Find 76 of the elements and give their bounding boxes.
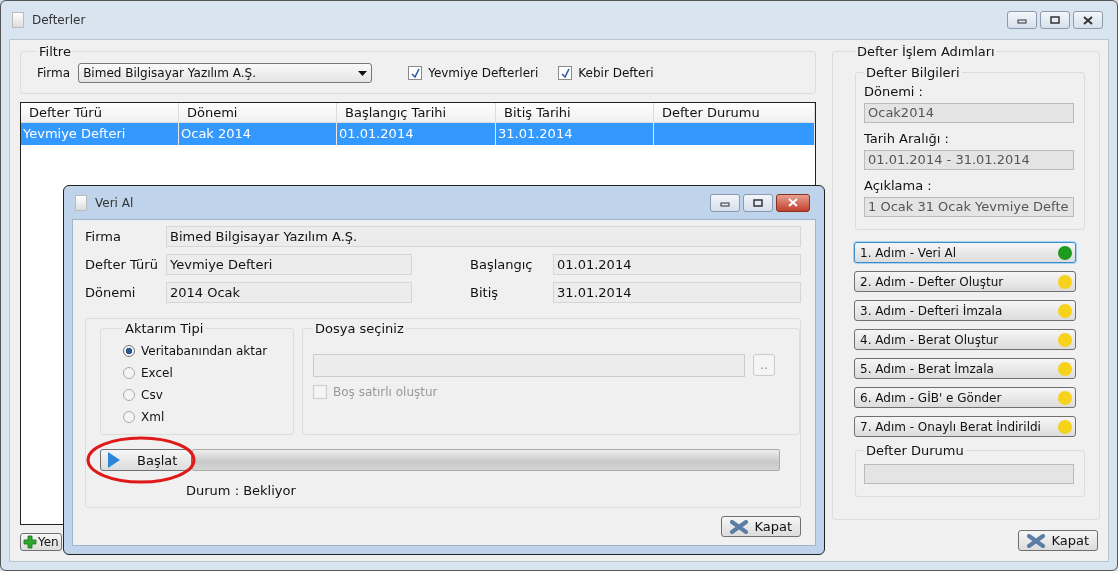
x-icon	[730, 519, 749, 534]
field-label: Firma	[37, 66, 71, 80]
readonly-field[interactable]: Yevmiye Defteri	[166, 254, 412, 275]
group-title: Aktarım Tipi	[124, 321, 205, 336]
browse-button[interactable]: ..	[753, 354, 775, 376]
close-icon	[788, 198, 798, 207]
close-button[interactable]	[776, 193, 810, 212]
maximize-icon	[753, 198, 763, 207]
group-title: Defter Durumu	[865, 443, 965, 458]
field-label: Defter Türü	[85, 257, 159, 272]
status-field[interactable]	[864, 464, 1074, 484]
maximize-icon	[1050, 16, 1060, 24]
group-title: Defter İşlem Adımları	[856, 44, 996, 59]
minimize-button[interactable]	[710, 193, 740, 212]
close-button[interactable]: Kapat	[721, 516, 801, 537]
step-button[interactable]: 3. Adım - Defteri İmzala	[854, 300, 1076, 321]
maximize-button[interactable]	[743, 193, 773, 212]
column-header[interactable]: Defter Durumu	[654, 103, 815, 123]
step-button[interactable]: 1. Adım - Veri Al	[854, 242, 1076, 263]
x-icon	[1027, 533, 1046, 548]
radio-option[interactable]: Excel	[123, 362, 289, 384]
column-header[interactable]: Dönemi	[179, 103, 337, 123]
readonly-field[interactable]: Ocak2014	[864, 103, 1074, 123]
step-button[interactable]: 7. Adım - Onaylı Berat İndirildi	[854, 416, 1076, 437]
checkbox[interactable]: Kebir Defteri	[558, 66, 654, 80]
maximize-button[interactable]	[1040, 11, 1070, 29]
group-title: Dosya seçiniz	[314, 321, 405, 336]
minimize-button[interactable]	[1007, 11, 1037, 29]
status-text: Durum : Bekliyor	[186, 483, 297, 498]
step-button[interactable]: 2. Adım - Defter Oluştur	[854, 271, 1076, 292]
group-title: Filtre	[38, 44, 72, 59]
field-label: Açıklama :	[864, 178, 933, 193]
caret-icon	[358, 70, 368, 76]
check-icon	[409, 67, 421, 79]
column-header[interactable]: Defter Türü	[21, 103, 179, 123]
step-button[interactable]: 4. Adım - Berat Oluştur	[854, 329, 1076, 350]
play-icon	[107, 451, 121, 469]
document-icon	[75, 194, 87, 211]
readonly-field[interactable]: 2014 Ocak	[166, 282, 412, 303]
plus-icon	[23, 535, 37, 549]
table-cell: Ocak 2014	[181, 126, 252, 141]
readonly-field[interactable]: 01.01.2014 - 31.01.2014	[864, 150, 1074, 170]
readonly-field[interactable]: Bimed Bilgisayar Yazılım A.Ş.	[166, 226, 801, 247]
table-cell: 01.01.2014	[339, 126, 414, 141]
file-path-field[interactable]	[313, 354, 745, 377]
radio-option[interactable]: Veritabanından aktar	[123, 340, 289, 362]
document-icon	[12, 12, 24, 28]
step-button[interactable]: 6. Adım - GİB' e Gönder	[854, 387, 1076, 408]
dialog-title: Veri Al	[95, 195, 134, 210]
column-header[interactable]: Başlangıç Tarihi	[337, 103, 496, 123]
column-header[interactable]: Bitiş Tarihi	[496, 103, 654, 123]
check-icon	[559, 67, 571, 79]
group-title: Defter Bilgileri	[865, 65, 961, 80]
window-title: Defterler	[32, 13, 86, 27]
step-button[interactable]: 5. Adım - Berat İmzala	[854, 358, 1076, 379]
company-dropdown[interactable]: Bimed Bilgisayar Yazılım A.Ş.	[78, 63, 373, 83]
radio-option[interactable]: Xml	[123, 406, 289, 428]
field-label: Firma	[85, 229, 122, 244]
readonly-field[interactable]: 1 Ocak 31 Ocak Yevmiye Defte	[864, 197, 1074, 217]
readonly-field[interactable]: 31.01.2014	[553, 282, 801, 303]
new-button[interactable]: Yen	[20, 533, 62, 551]
field-label: Dönemi	[85, 285, 137, 300]
table-cell: 31.01.2014	[498, 126, 573, 141]
field-label: Dönemi :	[864, 84, 924, 99]
readonly-field[interactable]: 01.01.2014	[553, 254, 801, 275]
close-button[interactable]	[1073, 11, 1103, 29]
checkbox[interactable]: Yevmiye Defterleri	[408, 66, 539, 80]
radio-option[interactable]: Csv	[123, 384, 289, 406]
table-cell: Yevmiye Defteri	[23, 126, 126, 141]
field-label: Bitiş	[470, 285, 499, 300]
field-label: Tarih Aralığı :	[864, 131, 950, 146]
close-icon	[1083, 15, 1093, 25]
start-button[interactable]: Başlat	[100, 449, 192, 471]
field-label: Başlangıç	[470, 257, 534, 272]
minimize-icon	[1017, 16, 1027, 24]
close-button[interactable]: Kapat	[1018, 530, 1098, 551]
